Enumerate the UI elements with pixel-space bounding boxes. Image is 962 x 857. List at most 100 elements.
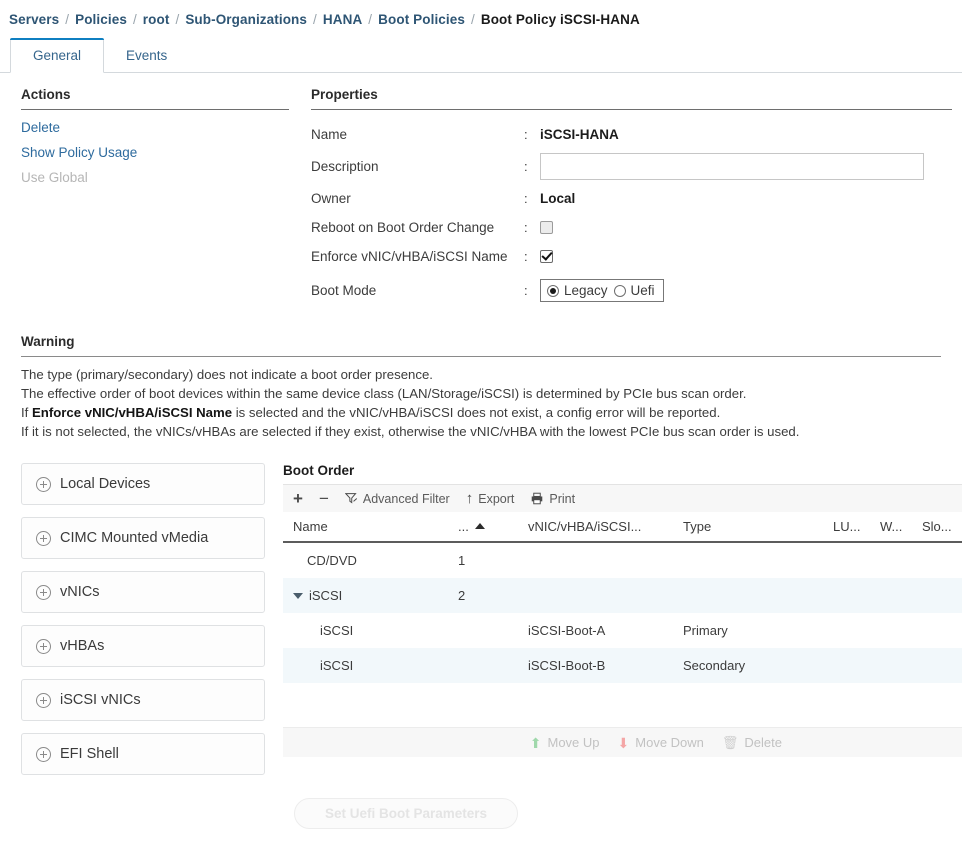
name-label: Name	[311, 127, 348, 142]
boot-mode-legacy-label: Legacy	[564, 283, 608, 298]
warning-heading: Warning	[21, 334, 75, 349]
breadcrumb-separator: /	[65, 11, 70, 27]
device-item-efi-shell[interactable]: EFI Shell	[21, 733, 265, 775]
printer-icon	[532, 492, 543, 505]
owner-colon: :	[524, 191, 528, 206]
device-item-vhbas[interactable]: vHBAs	[21, 625, 265, 667]
tab-general[interactable]: General	[10, 38, 105, 73]
delete-action-link[interactable]: Delete	[21, 110, 289, 135]
breadcrumb-item-boot-policies[interactable]: Boot Policies	[378, 12, 465, 27]
arrow-down-icon: ⬇	[617, 734, 630, 751]
reboot-colon: :	[524, 220, 528, 235]
plus-circle-icon	[36, 746, 51, 762]
breadcrumb-separator: /	[132, 11, 137, 27]
boot-order-heading: Boot Order	[283, 463, 355, 478]
arrow-up-icon: ⬆	[529, 734, 542, 751]
breadcrumb-item-sub-organizations[interactable]: Sub-Organizations	[185, 12, 307, 27]
column-header-lun[interactable]: LU...	[833, 519, 880, 534]
column-header-slot[interactable]: Slo...	[922, 519, 962, 534]
boot-mode-radio-group: Legacy Uefi	[540, 279, 664, 302]
plus-circle-icon	[36, 530, 51, 546]
export-label: Export	[478, 491, 515, 506]
add-boot-device-button[interactable]: +	[293, 490, 303, 507]
boot-mode-uefi-label: Uefi	[630, 283, 655, 298]
remove-boot-device-button[interactable]: −	[319, 490, 329, 507]
row-vnic: iSCSI-Boot-A	[528, 623, 606, 638]
reboot-on-boot-order-change-checkbox[interactable]	[540, 221, 553, 234]
tab-events[interactable]: Events	[104, 38, 189, 73]
table-row[interactable]: iSCSI iSCSI-Boot-B Secondary	[283, 648, 962, 683]
device-item-cimc-mounted-vmedia[interactable]: CIMC Mounted vMedia	[21, 517, 265, 559]
boot-order-toolbar: + − Advanced Filter ↑ Export Print	[283, 484, 962, 512]
column-header-wwn[interactable]: W...	[880, 519, 922, 534]
device-item-vnics[interactable]: vNICs	[21, 571, 265, 613]
device-accordion-list: Local Devices CIMC Mounted vMedia vNICs …	[21, 463, 265, 787]
tab-bar: General Events	[0, 38, 962, 73]
advanced-filter-button[interactable]: Advanced Filter	[344, 491, 450, 506]
device-item-label: iSCSI vNICs	[60, 692, 141, 708]
breadcrumb-separator: /	[313, 11, 317, 27]
trash-icon: 🗑	[721, 734, 739, 750]
boot-order-panel: Boot Order + − Advanced Filter ↑ Export	[283, 463, 962, 787]
breadcrumb-item-root[interactable]: root	[143, 12, 170, 27]
description-label: Description	[311, 159, 379, 174]
column-header-name[interactable]: Name	[293, 519, 458, 534]
export-button[interactable]: ↑ Export	[466, 491, 515, 506]
warning-line-2: The effective order of boot devices with…	[21, 386, 747, 401]
boot-mode-option-uefi[interactable]: Uefi	[613, 283, 655, 298]
column-header-order[interactable]: ...	[458, 519, 528, 534]
print-label: Print	[549, 491, 576, 506]
device-item-label: vNICs	[60, 584, 100, 600]
delete-label: Delete	[744, 735, 782, 750]
row-name: CD/DVD	[307, 553, 357, 568]
column-header-order-label: ...	[458, 519, 469, 534]
boot-order-table-header: Name ... vNIC/vHBA/iSCSI... Type LU... W…	[283, 512, 962, 543]
print-button[interactable]: Print	[530, 492, 575, 506]
show-policy-usage-action-link[interactable]: Show Policy Usage	[21, 135, 289, 160]
set-uefi-boot-parameters-button: Set Uefi Boot Parameters	[294, 798, 518, 829]
device-item-label: vHBAs	[60, 638, 105, 654]
plus-circle-icon	[36, 476, 51, 492]
property-row-boot-mode: Boot Mode : Legacy Uefi	[311, 277, 952, 304]
arrow-up-icon: ↑	[465, 490, 474, 507]
owner-value: Local	[540, 191, 576, 206]
breadcrumb-item-servers[interactable]: Servers	[9, 12, 59, 27]
move-up-button: ⬆ Move Up	[530, 735, 600, 750]
table-row[interactable]: CD/DVD 1	[283, 543, 962, 578]
chevron-down-icon[interactable]	[293, 592, 303, 599]
actions-heading: Actions	[21, 87, 71, 102]
breadcrumb-item-policies[interactable]: Policies	[75, 12, 127, 27]
column-header-vnic[interactable]: vNIC/vHBA/iSCSI...	[528, 519, 683, 534]
device-item-local-devices[interactable]: Local Devices	[21, 463, 265, 505]
sort-ascending-icon	[474, 523, 485, 529]
table-row[interactable]: iSCSI iSCSI-Boot-A Primary	[283, 613, 962, 648]
device-item-iscsi-vnics[interactable]: iSCSI vNICs	[21, 679, 265, 721]
use-global-action-link: Use Global	[21, 170, 88, 185]
upper-section: Actions Delete Show Policy Usage Use Glo…	[0, 73, 962, 304]
enforce-name-checkbox[interactable]	[540, 250, 553, 263]
row-type: Secondary	[683, 658, 746, 673]
warning-line-3-emphasis: Enforce vNIC/vHBA/iSCSI Name	[32, 405, 233, 420]
filter-icon	[344, 493, 357, 504]
actions-panel: Actions Delete Show Policy Usage Use Glo…	[21, 87, 289, 304]
enforce-colon: :	[524, 249, 528, 264]
property-row-reboot-on-boot-order-change: Reboot on Boot Order Change :	[311, 214, 952, 241]
column-header-type[interactable]: Type	[683, 519, 833, 534]
lower-section: Local Devices CIMC Mounted vMedia vNICs …	[0, 463, 962, 787]
warning-panel: Warning The type (primary/secondary) doe…	[21, 334, 941, 441]
property-row-description: Description :	[311, 153, 952, 180]
breadcrumb: Servers / Policies / root / Sub-Organiza…	[0, 0, 962, 38]
breadcrumb-item-current: Boot Policy iSCSI-HANA	[480, 11, 640, 27]
description-input[interactable]	[540, 153, 924, 180]
table-row[interactable]: iSCSI 2	[283, 578, 962, 613]
delete-boot-entry-button: 🗑 Delete	[722, 735, 782, 751]
breadcrumb-item-hana[interactable]: HANA	[323, 12, 362, 27]
name-colon: :	[524, 127, 528, 142]
advanced-filter-label: Advanced Filter	[362, 491, 450, 506]
breadcrumb-separator: /	[368, 11, 373, 27]
minus-icon: −	[318, 489, 329, 508]
row-name: iSCSI	[320, 623, 354, 638]
radio-unselected-icon	[613, 284, 626, 297]
boot-mode-option-legacy[interactable]: Legacy	[547, 283, 608, 298]
warning-line-3: If Enforce vNIC/vHBA/iSCSI Name is selec…	[21, 403, 941, 422]
